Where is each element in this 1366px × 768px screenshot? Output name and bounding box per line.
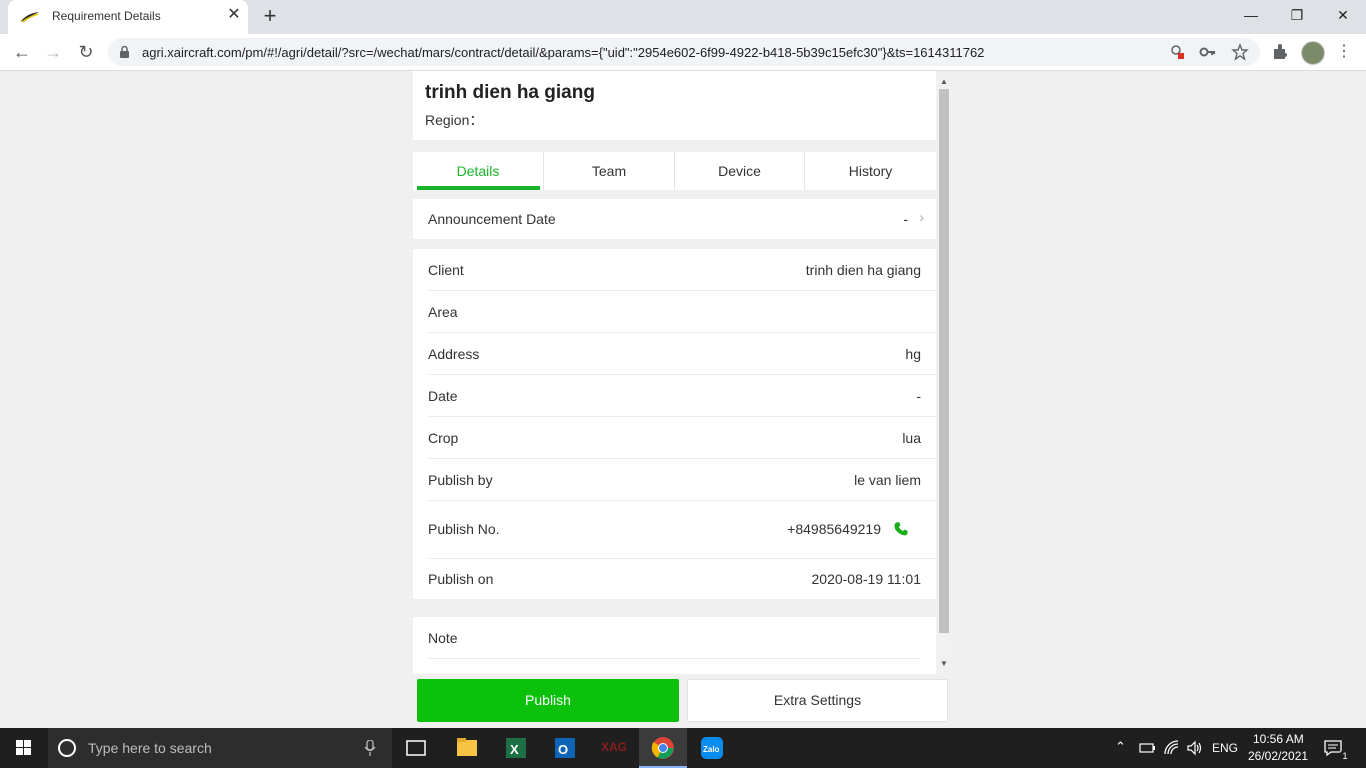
header-card: trinh dien ha giang Region：: [413, 71, 936, 140]
close-window-button[interactable]: ✕: [1320, 0, 1366, 32]
windows-taskbar: Type here to search X O XAG Zalo ⌃ ENG 1…: [0, 728, 1366, 768]
new-tab-button[interactable]: +: [259, 5, 281, 27]
crop-label: Crop: [428, 430, 459, 446]
note-section: Note: [413, 617, 936, 674]
xag-logo-icon: [21, 12, 39, 23]
area-label: Area: [428, 304, 458, 320]
announcement-date-row[interactable]: Announcement Date - ›: [413, 199, 936, 239]
tab-details[interactable]: Details: [413, 152, 544, 190]
microphone-icon[interactable]: [364, 740, 376, 756]
excel-icon[interactable]: X: [492, 728, 540, 768]
client-value: trinh dien ha giang: [805, 262, 921, 278]
tab-team[interactable]: Team: [544, 152, 675, 190]
svg-text:XAG: XAG: [601, 740, 627, 754]
svg-text:X: X: [510, 742, 519, 757]
svg-text:O: O: [558, 742, 568, 757]
announcement-date-value: -: [903, 211, 908, 227]
svg-text:Zalo: Zalo: [703, 745, 720, 754]
menu-icon[interactable]: ⋮: [1332, 40, 1356, 64]
tab-title: Requirement Details: [52, 9, 161, 23]
task-view-icon[interactable]: [392, 728, 440, 768]
chrome-icon: [651, 737, 674, 759]
publish-on-label: Publish on: [428, 571, 494, 587]
tab-history[interactable]: History: [805, 152, 936, 190]
wifi-icon[interactable]: [1163, 739, 1181, 757]
browser-tabbar: Requirement Details ✕ + — ❐ ✕: [0, 0, 1366, 34]
address-label: Address: [428, 346, 480, 362]
page-viewport: trinh dien ha giang Region： Details Team…: [0, 71, 1366, 728]
list-item: Crop lua: [413, 417, 936, 459]
publish-no-label: Publish No.: [428, 521, 500, 537]
scroll-thumb[interactable]: [939, 89, 949, 633]
clock-date[interactable]: 26/02/2021: [1248, 749, 1308, 763]
chevron-up-icon[interactable]: ⌃: [1115, 739, 1126, 755]
extensions-icon[interactable]: [1270, 42, 1290, 62]
zalo-icon[interactable]: Zalo: [688, 728, 736, 768]
page-title: trinh dien ha giang: [425, 82, 595, 103]
clock-time[interactable]: 10:56 AM: [1253, 732, 1304, 746]
date-label: Date: [428, 388, 458, 404]
address-value: hg: [905, 346, 921, 362]
crop-value: lua: [902, 430, 921, 446]
scrollbar[interactable]: ▲ ▼: [936, 75, 951, 671]
browser-toolbar: ← → ↻ agri.xaircraft.com/pm/#!/agri/deta…: [0, 34, 1366, 71]
details-list: Client trinh dien ha giang Area Address …: [413, 249, 936, 599]
cortana-icon: [58, 739, 76, 757]
blocked-location-icon[interactable]: [1168, 43, 1186, 61]
language-indicator[interactable]: ENG: [1212, 741, 1238, 755]
list-item: Area: [413, 291, 936, 333]
reload-button[interactable]: ↻: [74, 40, 98, 64]
extra-settings-button[interactable]: Extra Settings: [687, 679, 948, 722]
date-value: -: [916, 388, 921, 404]
windows-start-icon[interactable]: [0, 728, 48, 768]
client-label: Client: [428, 262, 464, 278]
back-button[interactable]: ←: [10, 40, 34, 64]
publish-by-value: le van liem: [854, 472, 921, 488]
note-label: Note: [428, 630, 458, 646]
list-item: Publish on 2020-08-19 11:01: [413, 559, 936, 599]
bookmark-star-icon[interactable]: [1231, 43, 1249, 61]
list-item: Publish by le van liem: [413, 459, 936, 501]
scroll-up-arrow-icon[interactable]: ▲: [939, 77, 949, 87]
list-item: Client trinh dien ha giang: [413, 249, 936, 291]
restore-button[interactable]: ❐: [1274, 0, 1320, 32]
volume-icon[interactable]: [1186, 739, 1204, 757]
file-explorer-icon[interactable]: [443, 728, 491, 768]
scroll-down-arrow-icon[interactable]: ▼: [939, 659, 949, 669]
phone-icon[interactable]: [893, 521, 909, 537]
list-item: Date -: [413, 375, 936, 417]
active-tab-indicator: [417, 186, 540, 190]
chevron-right-icon: ›: [919, 209, 924, 225]
publish-button[interactable]: Publish: [417, 679, 679, 722]
url-text: agri.xaircraft.com/pm/#!/agri/detail/?sr…: [142, 45, 985, 60]
publish-no-value: +84985649219: [787, 521, 881, 537]
profile-avatar[interactable]: [1301, 41, 1325, 65]
chrome-taskbar-button[interactable]: [639, 728, 687, 768]
close-tab-icon[interactable]: ✕: [226, 7, 242, 23]
address-bar[interactable]: agri.xaircraft.com/pm/#!/agri/detail/?sr…: [108, 38, 1260, 66]
tab-device[interactable]: Device: [675, 152, 805, 190]
notification-count: 1: [1339, 750, 1351, 762]
lock-icon: [120, 46, 129, 58]
browser-tab[interactable]: Requirement Details ✕: [8, 0, 248, 34]
announcement-date-label: Announcement Date: [428, 211, 556, 227]
key-icon[interactable]: [1199, 43, 1217, 61]
region-label: Region：: [425, 112, 484, 128]
battery-icon[interactable]: [1138, 740, 1156, 756]
detail-tabs: Details Team Device History: [413, 152, 936, 190]
search-placeholder: Type here to search: [88, 740, 212, 756]
forward-button[interactable]: →: [41, 40, 65, 64]
minimize-button[interactable]: —: [1228, 0, 1274, 32]
xag-app-icon[interactable]: XAG: [590, 728, 638, 768]
taskbar-search-box[interactable]: Type here to search: [48, 728, 392, 768]
outlook-icon[interactable]: O: [541, 728, 589, 768]
publish-by-label: Publish by: [428, 472, 493, 488]
list-item: Publish No. +84985649219: [413, 501, 936, 559]
list-item: Address hg: [413, 333, 936, 375]
divider: [428, 658, 921, 659]
publish-on-value: 2020-08-19 11:01: [811, 571, 922, 587]
